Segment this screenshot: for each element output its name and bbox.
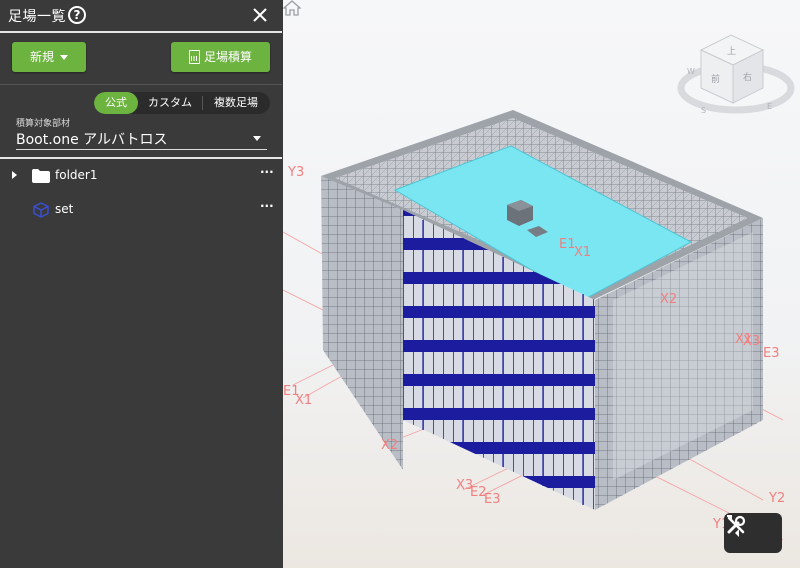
chevron-down-icon bbox=[253, 136, 261, 141]
compass-label: S bbox=[701, 106, 706, 115]
grid-label: X2 bbox=[381, 438, 398, 453]
cube-icon bbox=[33, 202, 49, 218]
grid-label: X3 bbox=[743, 334, 760, 349]
new-button-label: 新規 bbox=[29, 50, 54, 64]
tree-item-label: set bbox=[55, 202, 74, 216]
scaffold-model[interactable]: Y3 E1 X1 X2 X1 E1 X1 X2 X3 E2 E3 X3 E3 Y… bbox=[283, 0, 800, 568]
expand-arrow-icon[interactable] bbox=[12, 171, 17, 179]
tools-button[interactable] bbox=[724, 513, 782, 553]
calculate-button[interactable]: 足場積算 bbox=[171, 42, 270, 72]
new-button[interactable]: 新規 bbox=[12, 42, 86, 72]
3d-viewport[interactable]: Y3 E1 X1 X2 X1 E1 X1 X2 X3 E2 E3 X3 E3 Y… bbox=[283, 0, 800, 568]
tree-item-folder1[interactable]: folder1 ··· bbox=[0, 163, 282, 187]
grid-label: Y2 bbox=[768, 491, 785, 506]
target-material-select[interactable]: Boot.one アルバトロス bbox=[16, 128, 267, 150]
more-options-icon[interactable]: ··· bbox=[260, 165, 274, 179]
tree-item-set[interactable]: set ··· bbox=[0, 197, 282, 221]
tree-item-label: folder1 bbox=[55, 168, 98, 182]
compass-label: W bbox=[687, 67, 695, 76]
view-cube[interactable]: 上 前 右 S E W bbox=[677, 34, 795, 115]
home-icon[interactable] bbox=[283, 0, 301, 16]
help-icon[interactable]: ? bbox=[68, 6, 86, 24]
type-tabs: 公式 カスタム 複数足場 bbox=[94, 92, 270, 114]
divider bbox=[0, 84, 282, 85]
grid-label: X1 bbox=[295, 393, 312, 408]
calculator-icon bbox=[188, 49, 200, 64]
tab-custom[interactable]: カスタム bbox=[138, 92, 202, 114]
grid-label: X1 bbox=[574, 245, 591, 260]
tab-multiple[interactable]: 複数足場 bbox=[203, 92, 269, 114]
viewcube-top-label: 上 bbox=[727, 46, 736, 57]
viewcube-front-label: 前 bbox=[711, 73, 720, 85]
panel-title: 足場一覧 bbox=[8, 9, 66, 25]
close-icon[interactable] bbox=[252, 5, 268, 25]
target-material-value: Boot.one アルバトロス bbox=[16, 132, 168, 148]
more-options-icon[interactable]: ··· bbox=[260, 199, 274, 213]
scaffold-list-panel: 足場一覧 ? 新規 足場積算 公式 カスタム 複数足場 積算対象部材 Boot.… bbox=[0, 0, 282, 568]
grid-label: Y3 bbox=[287, 165, 304, 180]
left-face-scaffold bbox=[321, 176, 403, 470]
grid-label: E3 bbox=[484, 492, 501, 507]
panel-header: 足場一覧 ? bbox=[0, 0, 282, 33]
grid-label: E3 bbox=[763, 346, 780, 361]
grid-label: X2 bbox=[660, 292, 677, 307]
compass-label: E bbox=[767, 102, 772, 111]
folder-icon bbox=[32, 169, 50, 183]
viewcube-right-label: 右 bbox=[743, 71, 752, 83]
calculate-button-label: 足場積算 bbox=[203, 50, 252, 64]
tools-icon bbox=[727, 515, 746, 534]
divider bbox=[0, 157, 282, 159]
chevron-down-icon bbox=[60, 55, 68, 60]
tab-official[interactable]: 公式 bbox=[94, 92, 138, 114]
